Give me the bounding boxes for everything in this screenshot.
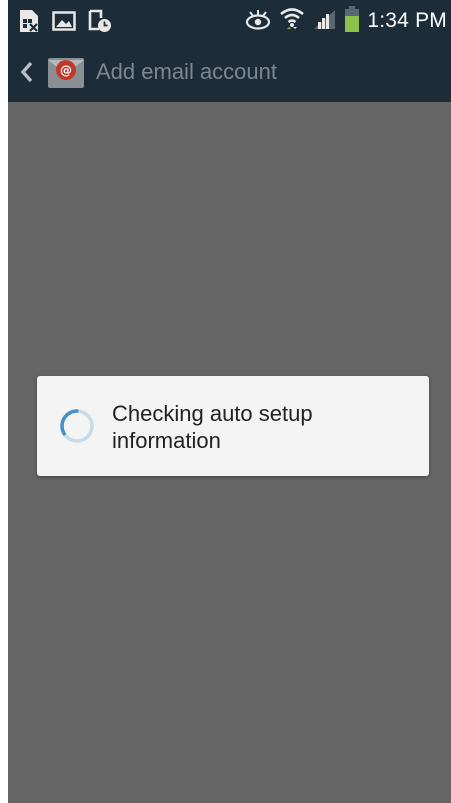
smart-stay-eye-icon [245,8,271,35]
gallery-icon [52,10,76,37]
status-clock: 1:34 PM [367,9,447,32]
wifi-icon [279,6,305,37]
chevron-left-icon [20,61,33,83]
page-title: Add email account [96,59,277,84]
screenshot-timer-icon [88,9,112,38]
progress-dialog: Checking auto setup information [37,376,429,476]
back-button[interactable] [14,52,40,92]
phone-screen: 1:34 PM @ Add email account Checking aut… [8,0,451,803]
sim-card-x-icon [18,8,40,39]
progress-spinner-icon [60,409,94,443]
notification-icons [18,8,112,39]
signal-icon [313,8,337,35]
svg-text:@: @ [60,64,72,78]
system-status-icons: 1:34 PM [245,5,447,37]
status-bar: 1:34 PM [8,0,451,42]
action-bar: @ Add email account [8,42,451,102]
dialog-message: Checking auto setup information [112,401,313,453]
battery-icon [345,5,360,37]
email-app-icon: @ [46,52,86,92]
